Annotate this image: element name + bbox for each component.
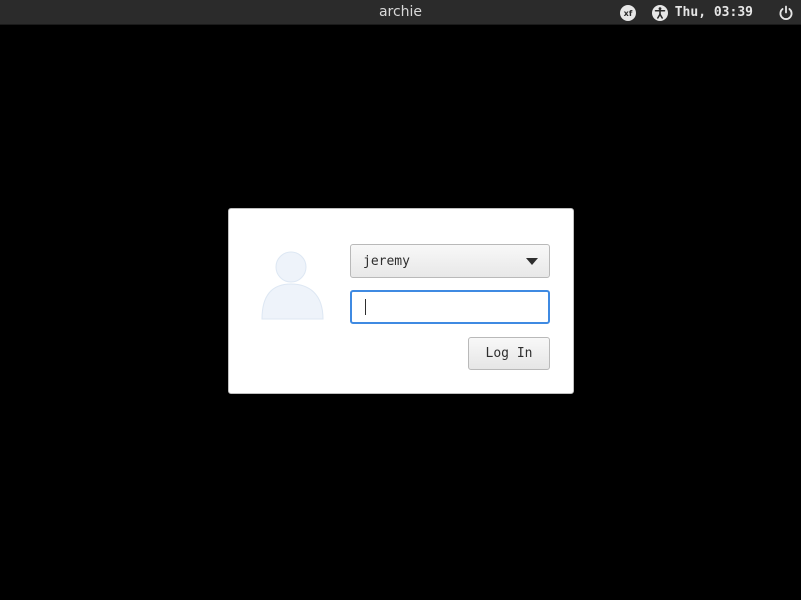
lock-screen: archie xf Thu, 03:39 jeremy Log In (0, 0, 801, 600)
keyboard-layout-text: xf (623, 9, 632, 18)
chevron-down-icon (526, 257, 538, 265)
selected-user: jeremy (363, 253, 410, 269)
clock[interactable]: Thu, 03:39 (675, 0, 753, 25)
accessibility-icon[interactable] (651, 4, 669, 22)
user-select[interactable]: jeremy (350, 244, 550, 278)
power-icon[interactable] (777, 4, 795, 22)
top-panel: archie xf Thu, 03:39 (0, 0, 801, 25)
user-avatar-icon (261, 249, 325, 321)
panel-indicators: xf Thu, 03:39 (619, 0, 795, 25)
log-in-button[interactable]: Log In (468, 337, 550, 370)
login-dialog: jeremy Log In (228, 208, 574, 394)
password-input[interactable] (350, 290, 550, 324)
text-cursor (365, 299, 366, 315)
keyboard-layout-icon[interactable]: xf (619, 4, 637, 22)
